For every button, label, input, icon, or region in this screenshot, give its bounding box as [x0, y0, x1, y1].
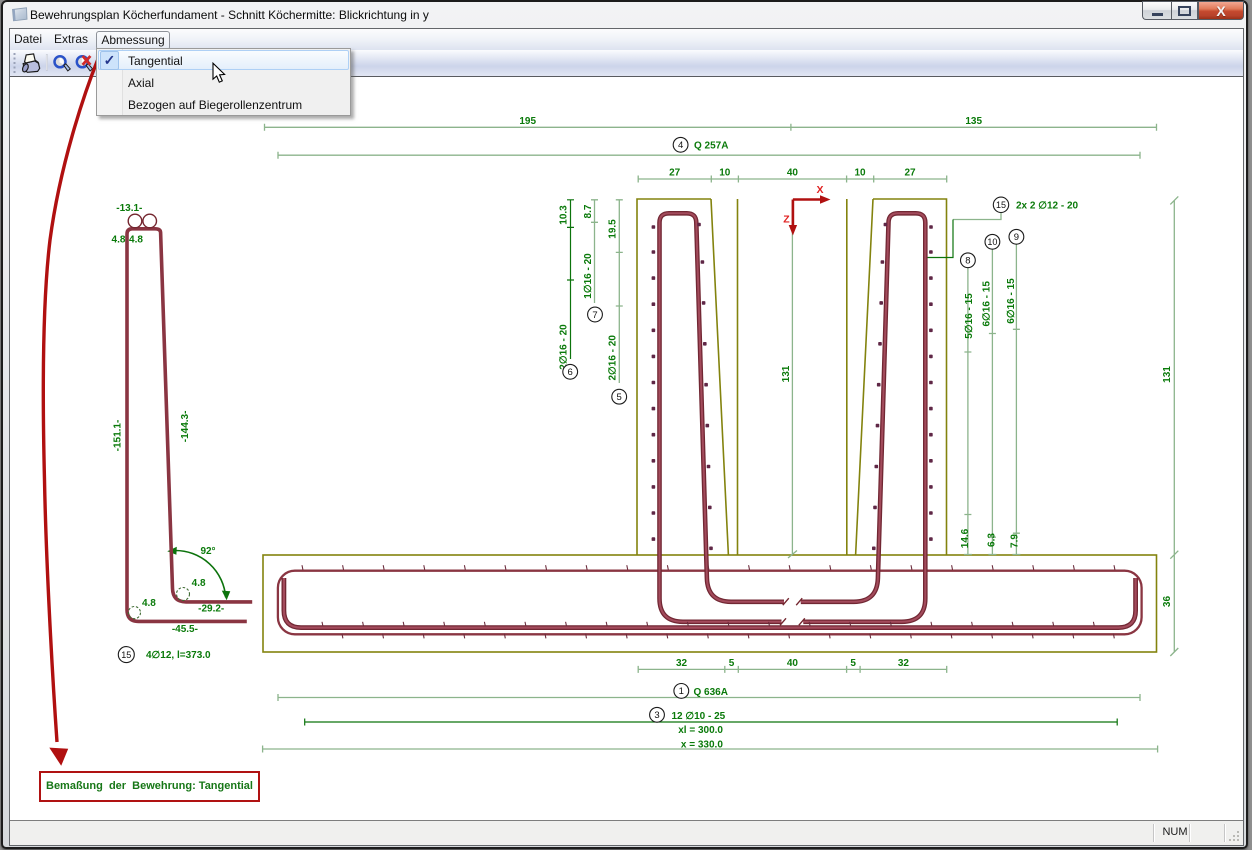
svg-text:4.8: 4.8	[192, 578, 206, 589]
svg-text:19.5: 19.5	[608, 219, 619, 239]
svg-text:36: 36	[1162, 596, 1173, 608]
svg-text:7: 7	[592, 310, 597, 321]
svg-text:32: 32	[898, 658, 910, 669]
svg-text:8.7: 8.7	[583, 204, 594, 218]
svg-text:9: 9	[1014, 232, 1019, 243]
svg-text:40: 40	[787, 168, 799, 179]
svg-text:4.8: 4.8	[142, 598, 156, 609]
svg-text:2∅16 - 20: 2∅16 - 20	[559, 324, 570, 370]
svg-text:10: 10	[987, 237, 997, 247]
svg-text:1∅16 - 20: 1∅16 - 20	[583, 253, 594, 299]
svg-text:5∅16 - 15: 5∅16 - 15	[964, 293, 975, 339]
svg-text:15: 15	[996, 200, 1006, 210]
svg-text:-13.1-: -13.1-	[116, 203, 142, 214]
svg-text:40: 40	[787, 658, 799, 669]
svg-text:4: 4	[678, 140, 683, 151]
svg-text:27: 27	[669, 168, 681, 179]
svg-text:2x 2 ∅12 - 20: 2x 2 ∅12 - 20	[1016, 201, 1079, 212]
svg-text:x = 330.0: x = 330.0	[681, 740, 723, 751]
svg-text:27: 27	[904, 168, 916, 179]
svg-text:10: 10	[854, 168, 866, 179]
svg-text:135: 135	[965, 116, 982, 127]
svg-text:Q 257A: Q 257A	[694, 141, 728, 152]
svg-text:xl = 300.0: xl = 300.0	[678, 725, 723, 736]
svg-text:12 ∅10 - 25: 12 ∅10 - 25	[672, 711, 726, 722]
svg-text:6.3: 6.3	[987, 533, 998, 547]
svg-text:1: 1	[679, 686, 684, 697]
svg-text:131: 131	[781, 365, 792, 382]
svg-text:5: 5	[729, 658, 735, 669]
svg-text:X: X	[816, 184, 823, 196]
svg-text:32: 32	[676, 658, 688, 669]
svg-text:4∅12, l=373.0: 4∅12, l=373.0	[146, 650, 211, 661]
svg-text:15: 15	[121, 650, 131, 660]
svg-text:6∅16 - 15: 6∅16 - 15	[982, 281, 993, 327]
svg-text:10: 10	[719, 168, 731, 179]
svg-text:92°: 92°	[200, 546, 215, 557]
svg-text:14.6: 14.6	[960, 528, 971, 548]
svg-text:6∅16 - 15: 6∅16 - 15	[1006, 278, 1017, 324]
svg-text:5: 5	[850, 658, 856, 669]
svg-text:6: 6	[568, 367, 573, 378]
svg-text:5: 5	[617, 392, 622, 403]
svg-text:-29.2-: -29.2-	[198, 604, 224, 615]
svg-text:Q 636A: Q 636A	[694, 687, 728, 698]
svg-text:7.9: 7.9	[1010, 534, 1021, 548]
svg-text:4.8: 4.8	[112, 235, 126, 246]
svg-text:4.8: 4.8	[129, 235, 143, 246]
svg-text:3: 3	[654, 710, 659, 721]
svg-text:Z: Z	[783, 214, 790, 226]
svg-text:-151.1-: -151.1-	[113, 420, 124, 452]
svg-text:-45.5-: -45.5-	[172, 624, 198, 635]
svg-text:131: 131	[1162, 366, 1173, 383]
svg-text:10.3: 10.3	[559, 205, 570, 225]
svg-text:2∅16 - 20: 2∅16 - 20	[608, 335, 619, 381]
svg-text:-144.3-: -144.3-	[180, 411, 191, 443]
svg-text:195: 195	[519, 116, 536, 127]
svg-text:8: 8	[965, 256, 970, 267]
